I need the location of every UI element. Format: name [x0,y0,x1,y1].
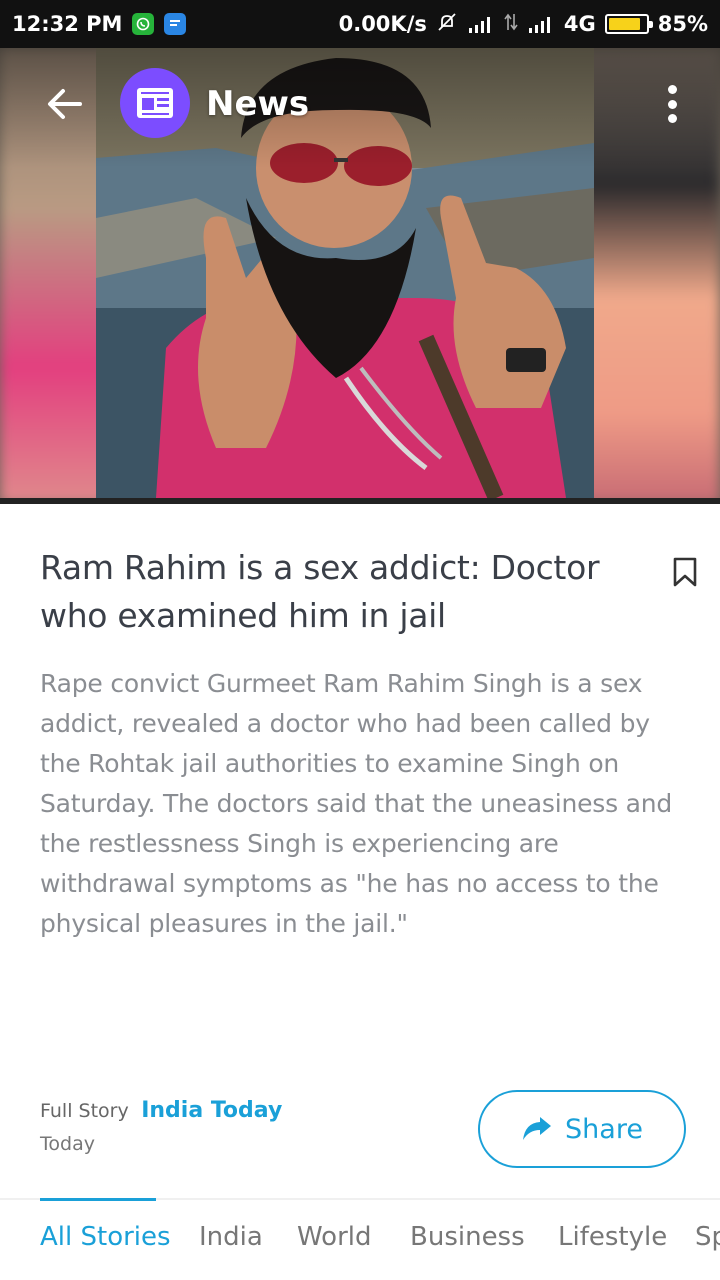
article-headline[interactable]: Ram Rahim is a sex addict: Doctor who ex… [40,544,662,640]
whatsapp-icon [132,13,155,35]
mute-bell-icon [436,11,458,38]
share-arrow-icon [523,1117,552,1140]
tab-india[interactable]: India [199,1222,263,1252]
more-vert-icon [667,85,677,94]
network-type: 4G [563,12,596,36]
source-link[interactable]: India Today [141,1098,282,1123]
tab-all-stories[interactable]: All Stories [40,1222,171,1252]
page-title: News [206,84,310,124]
back-button[interactable] [40,82,88,126]
share-button[interactable]: Share [478,1090,686,1168]
article-date: Today [40,1133,95,1155]
tab-lifestyle[interactable]: Lifestyle [558,1222,667,1252]
share-label: Share [565,1113,643,1145]
more-options-button[interactable] [662,82,682,126]
tab-world[interactable]: World [297,1222,372,1252]
tab-business[interactable]: Business [410,1222,525,1252]
full-story-label: Full Story [40,1100,129,1122]
arrow-left-icon [48,89,82,119]
signal-icon [527,15,555,33]
tab-sports[interactable]: Sp [695,1222,720,1252]
network-speed: 0.00K/s [338,12,427,36]
category-tabs: All Stories India World Business Lifesty… [0,1200,720,1280]
bookmark-icon [673,557,697,587]
battery-percent: 85% [657,12,708,36]
status-time: 12:32 PM [12,12,123,36]
battery-icon [604,14,653,34]
messaging-icon [164,13,187,35]
signal-icon [467,15,495,33]
bookmark-button[interactable] [672,556,698,588]
newspaper-icon [137,88,173,118]
app-toolbar: News [0,48,720,160]
news-badge [120,68,190,138]
status-bar: 12:32 PM 0.00K/s 4G 85% [0,0,720,48]
article-summary: Rape convict Gurmeet Ram Rahim Singh is … [40,669,673,938]
data-arrows-icon [504,12,518,37]
article-meta: Full Story India Today Today [40,1098,282,1155]
